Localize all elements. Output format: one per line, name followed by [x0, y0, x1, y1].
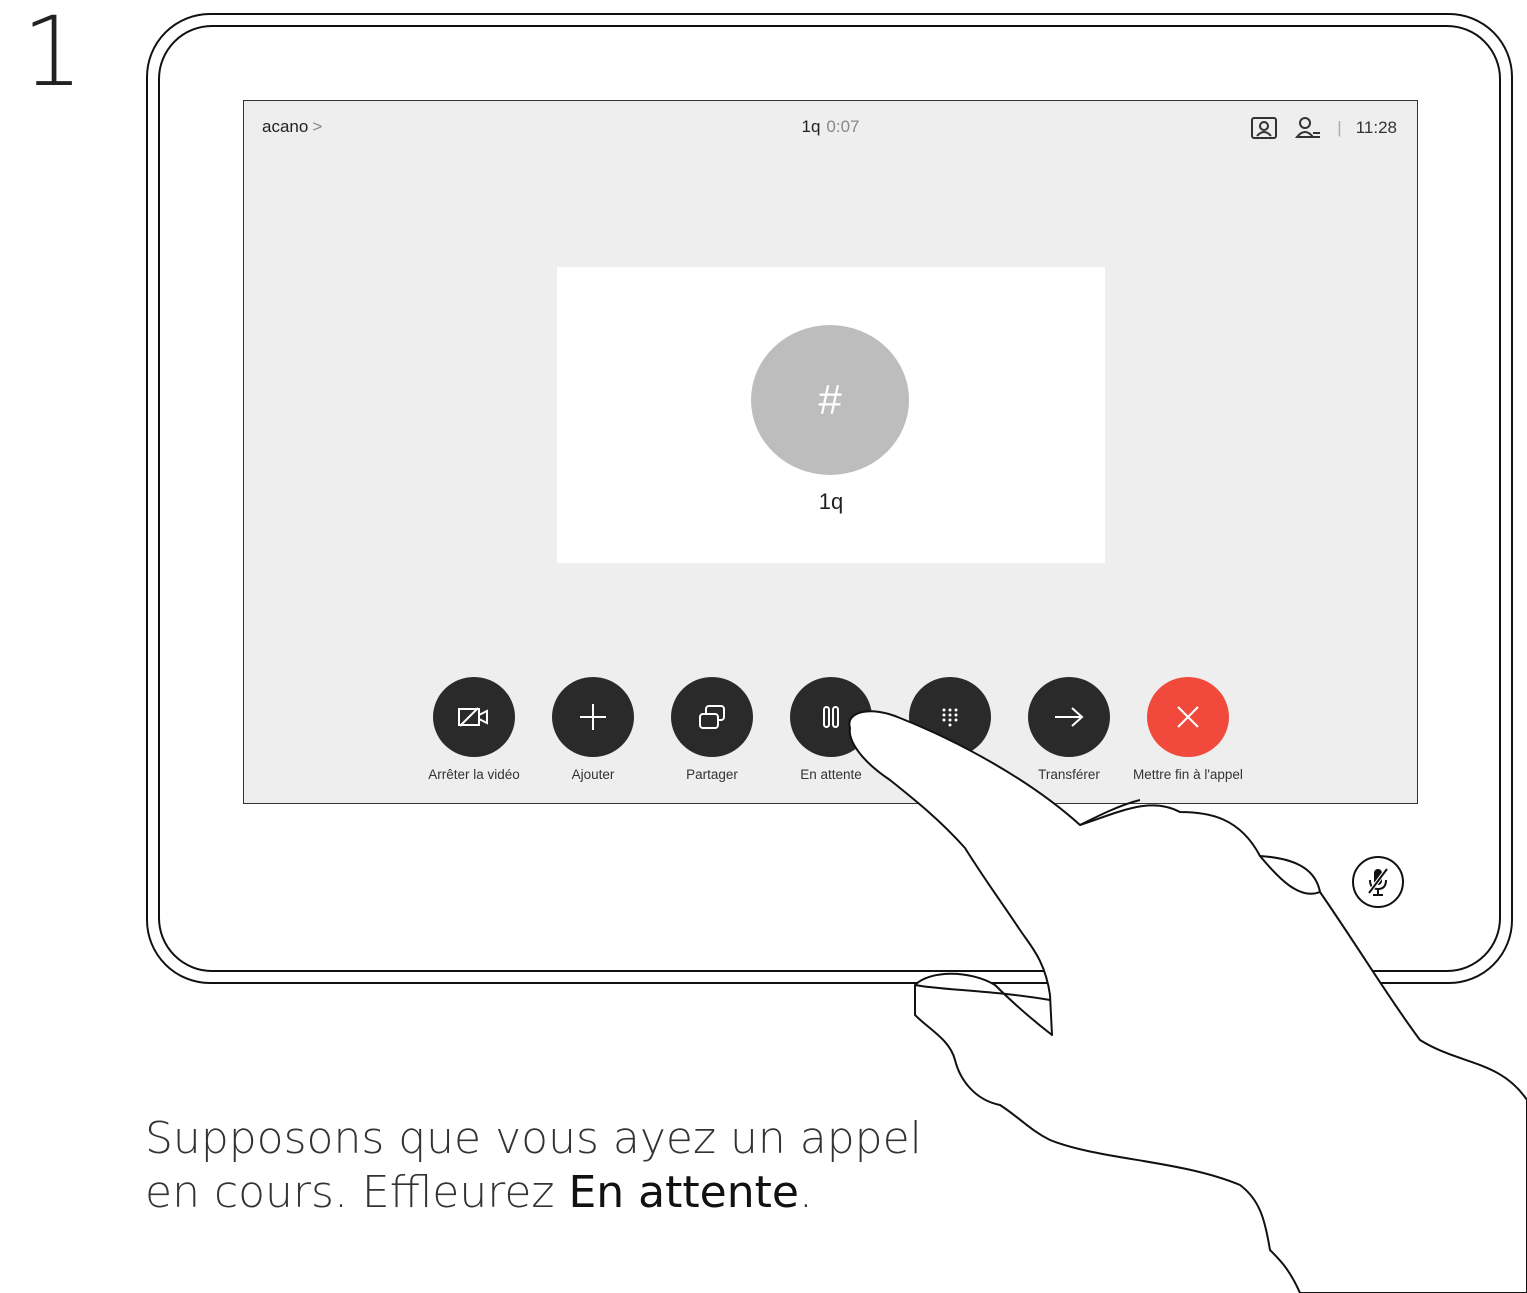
caption-line-2-prefix: en cours. Effleurez	[145, 1167, 569, 1218]
selfview-icon[interactable]	[1249, 113, 1279, 143]
plus-icon	[552, 677, 634, 757]
add-label: Ajouter	[571, 767, 615, 782]
avatar: #	[751, 325, 909, 475]
instruction-caption: Supposons que vous ayez un appel en cour…	[145, 1112, 922, 1220]
add-button[interactable]: Ajouter	[538, 677, 648, 782]
transfer-label: Transférer	[1038, 767, 1100, 782]
share-button[interactable]: Partager	[657, 677, 767, 782]
caption-line-2: en cours. Effleurez En attente.	[145, 1166, 922, 1220]
end-call-button[interactable]: Mettre fin à l'appel	[1133, 677, 1243, 782]
keypad-icon	[909, 677, 991, 757]
video-off-icon	[433, 677, 515, 757]
hold-label: En attente	[800, 767, 862, 782]
hold-button[interactable]: En attente	[776, 677, 886, 782]
separator: |	[1337, 118, 1342, 137]
close-icon	[1147, 677, 1229, 757]
keypad-button[interactable]	[895, 677, 1005, 757]
share-label: Partager	[686, 767, 738, 782]
step-number: 1	[22, 0, 84, 108]
participant-card: # 1q	[557, 267, 1105, 563]
touch-screen: acano > 1q 0:07 | 11:28 # 1q Arrêter la vi…	[243, 100, 1418, 804]
call-info: 1q 0:07	[244, 117, 1417, 137]
caption-highlight: En attente	[568, 1167, 799, 1218]
stop-video-label: Arrêter la vidéo	[428, 767, 520, 782]
clock: 11:28	[1355, 118, 1397, 137]
call-controls: Arrêter la vidéo Ajouter Partager En att…	[244, 677, 1417, 787]
end-call-label: Mettre fin à l'appel	[1133, 767, 1243, 782]
arrow-right-icon	[1028, 677, 1110, 757]
status-right: | 11:28	[1249, 113, 1397, 143]
pause-icon	[790, 677, 872, 757]
transfer-button[interactable]: Transférer	[1014, 677, 1124, 782]
mute-microphone-icon[interactable]	[1352, 856, 1404, 908]
call-timer: 0:07	[826, 117, 860, 136]
caption-line-1: Supposons que vous ayez un appel	[145, 1113, 922, 1164]
participants-icon[interactable]	[1293, 113, 1323, 143]
participant-name: 1q	[818, 489, 844, 514]
caption-line-2-suffix: .	[798, 1167, 813, 1218]
share-screen-icon	[671, 677, 753, 757]
call-name: 1q	[801, 117, 821, 136]
stop-video-button[interactable]: Arrêter la vidéo	[419, 677, 529, 782]
